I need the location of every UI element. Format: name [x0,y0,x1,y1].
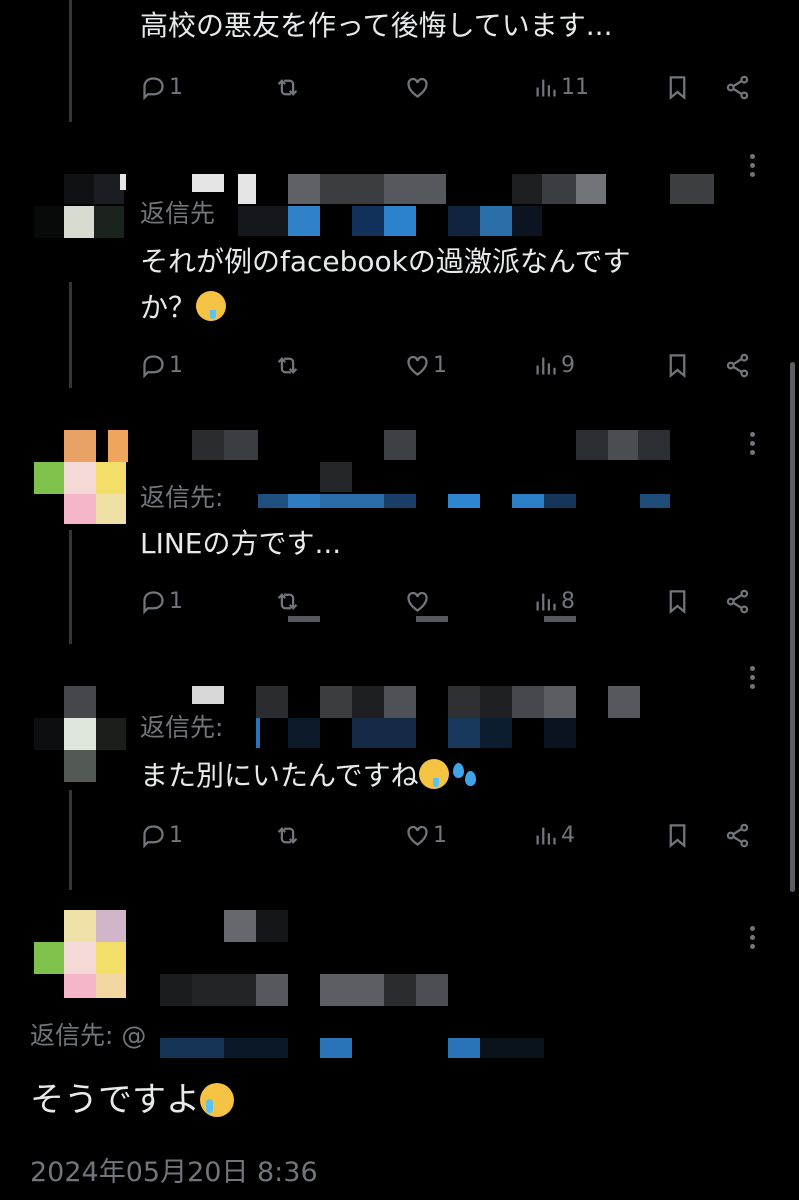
share-button[interactable] [724,584,751,618]
bookmark-button[interactable] [664,818,691,852]
like-button[interactable]: 1 [404,348,447,382]
views-button[interactable]: 9 [532,348,575,382]
more-icon[interactable] [748,662,756,693]
drooling-emoji-icon [196,291,227,321]
like-icon [407,355,428,376]
retweet-icon [277,826,298,844]
like-button[interactable] [404,584,431,618]
views-icon [536,79,556,96]
bookmark-button[interactable] [664,584,691,618]
like-count: 1 [433,352,447,378]
like-icon [407,77,428,98]
like-icon [407,591,428,612]
retweet-icon [277,592,298,610]
action-row: 1 8 [140,584,770,618]
views-button[interactable]: 11 [532,70,589,104]
views-icon [536,827,556,844]
share-button[interactable] [724,818,751,852]
more-icon[interactable] [748,428,756,459]
retweet-button[interactable] [274,70,301,104]
reply-icon [143,76,164,100]
share-icon [726,589,749,613]
bookmark-icon [669,823,686,848]
action-row: 1 11 [140,70,770,104]
action-row: 1 1 4 [140,818,770,852]
reply-count: 1 [169,822,183,848]
thread-line [69,530,72,644]
views-icon [536,593,556,610]
retweet-icon [277,78,298,96]
crying-face-emoji-icon [200,1083,234,1117]
views-icon [536,357,556,374]
reply-to-label: 返信先 [140,199,216,228]
reply-button[interactable]: 1 [140,348,183,382]
main-tweet-body: そうですよ [30,1080,200,1120]
reply-to-label: 返信先: @ [30,1021,147,1050]
views-count: 11 [561,74,589,100]
reply-count: 1 [169,588,183,614]
main-tweet-text: そうですよ [30,1074,234,1126]
like-icon [407,825,428,846]
views-count: 9 [561,352,575,378]
tweet-text-cont: か？ [140,282,227,334]
tweet-text: また別にいたんですね [140,750,479,802]
views-count: 4 [561,822,575,848]
reply-button[interactable]: 1 [140,70,183,104]
bookmark-button[interactable] [664,348,691,382]
more-icon[interactable] [748,150,756,181]
scrollbar[interactable] [790,362,795,892]
bookmark-icon [669,353,686,378]
like-button[interactable] [404,70,431,104]
drooling-emoji-icon [418,759,449,789]
bookmark-icon [669,589,686,614]
retweet-button[interactable] [274,348,301,382]
reply-count: 1 [169,352,183,378]
more-icon[interactable] [748,922,756,953]
retweet-button[interactable] [274,818,301,852]
bookmark-button[interactable] [664,70,691,104]
like-count: 1 [433,822,447,848]
reply-icon [143,824,164,848]
thread-line [69,0,72,122]
sweat-droplets-emoji-icon [449,759,479,789]
retweet-icon [277,356,298,374]
tweet-text: それが例のfacebookの過激派なんです [140,236,631,288]
share-button[interactable] [724,348,751,382]
tweet-text: LINEの方です... [140,527,342,560]
views-button[interactable]: 8 [532,584,575,618]
tweet-text-line2: か？ [140,291,197,324]
reply-icon [143,354,164,378]
like-button[interactable]: 1 [404,818,447,852]
retweet-button[interactable] [274,584,301,618]
reply-to-label: 返信先: [140,713,224,742]
action-row: 1 1 9 [140,348,770,382]
thread-line [69,282,72,388]
tweet-text-line1: それが例のfacebookの過激派なんです [140,245,631,278]
reply-icon [143,590,164,614]
reply-button[interactable]: 1 [140,584,183,618]
thread-line [69,790,72,890]
tweet-text-body: また別にいたんですね [140,759,419,792]
reply-count: 1 [169,74,183,100]
share-button[interactable] [724,70,751,104]
tweet-text: 高校の悪友を作って後悔しています... [140,9,613,42]
views-button[interactable]: 4 [532,818,575,852]
share-icon [726,823,749,847]
share-icon [726,75,749,99]
reply-to-label: 返信先: [140,483,224,512]
share-icon [726,353,749,377]
views-count: 8 [561,588,575,614]
tweet-timestamp[interactable]: 2024年05月20日 8:36 [30,1150,318,1189]
reply-button[interactable]: 1 [140,818,183,852]
bookmark-icon [669,75,686,100]
